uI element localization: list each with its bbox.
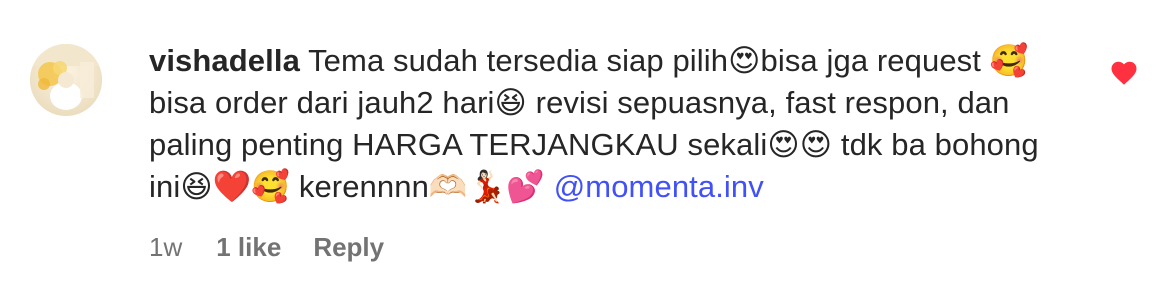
comment-username[interactable]: vishadella xyxy=(149,43,300,78)
comment-item: vishadella Tema sudah tersedia siap pili… xyxy=(0,0,1171,294)
mention-link[interactable]: @momenta.inv xyxy=(554,169,764,204)
heart-filled-icon xyxy=(1111,61,1137,85)
like-count[interactable]: 1 like xyxy=(216,230,281,264)
comment-meta: 1w 1 like Reply xyxy=(149,230,384,264)
comment-timestamp[interactable]: 1w xyxy=(149,230,182,264)
avatar[interactable] xyxy=(30,44,102,116)
avatar-image xyxy=(30,44,102,116)
comment-body: vishadella Tema sudah tersedia siap pili… xyxy=(149,40,1069,208)
like-button[interactable] xyxy=(1109,58,1139,88)
reply-button[interactable]: Reply xyxy=(313,230,384,264)
